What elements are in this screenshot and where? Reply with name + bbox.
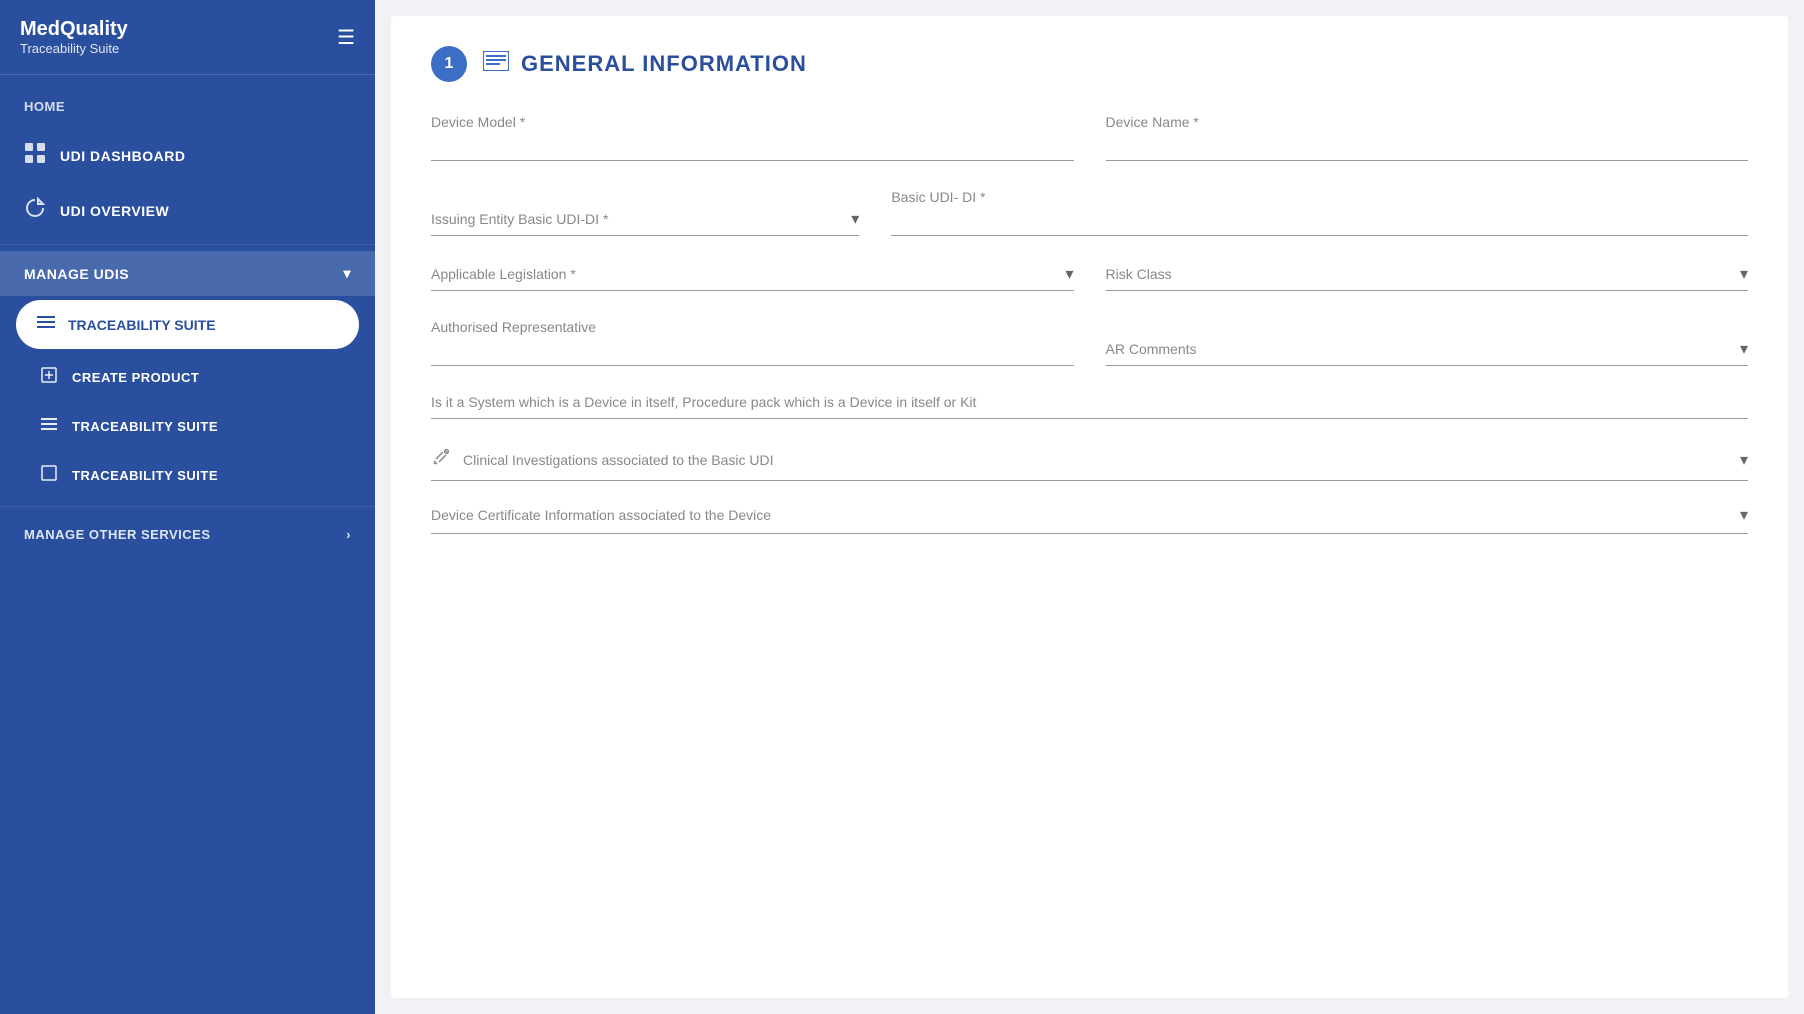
authorised-representative-input[interactable] xyxy=(431,339,1074,359)
sidebar-item-traceability-suite-2[interactable]: TRACEABILITY SUITE xyxy=(0,402,375,451)
authorised-representative-label: Authorised Representative xyxy=(431,319,1074,335)
risk-class-label: Risk Class xyxy=(1106,266,1172,282)
sidebar-item-manage-other-services[interactable]: MANAGE OTHER SERVICES › xyxy=(0,513,375,556)
create-product-label: CREATE PRODUCT xyxy=(72,370,199,385)
create-product-icon xyxy=(40,366,58,389)
manage-udis-left: MANAGE UDIS xyxy=(24,266,129,282)
sidebar-item-home[interactable]: HOME xyxy=(0,85,375,128)
dashboard-icon xyxy=(24,142,46,169)
section-header-icon xyxy=(483,51,509,77)
sidebar-item-traceability-suite-active[interactable]: TRACEABILITY SUITE xyxy=(16,300,359,349)
basic-udi-label: Basic UDI- DI * xyxy=(891,189,1748,205)
sidebar-item-create-product[interactable]: CREATE PRODUCT xyxy=(0,353,375,402)
ar-comments-arrow-icon: ▾ xyxy=(1740,339,1748,359)
sidebar-item-udi-dashboard[interactable]: UDI DASHBOARD xyxy=(0,128,375,183)
brand-name: MedQuality xyxy=(20,18,128,41)
form-row-system: Is it a System which is a Device in itse… xyxy=(431,394,1748,419)
applicable-legislation-label: Applicable Legislation * xyxy=(431,266,576,282)
traceability-3-label: TRACEABILITY SUITE xyxy=(72,468,218,483)
sidebar-header: MedQuality Traceability Suite ☰ xyxy=(0,0,375,75)
traceability-active-icon xyxy=(36,312,56,337)
manage-other-label: MANAGE OTHER SERVICES xyxy=(24,527,211,542)
form-row-2: Issuing Entity Basic UDI-DI * ▾ Basic UD… xyxy=(431,189,1748,236)
traceability-2-icon xyxy=(40,415,58,438)
device-cert-row[interactable]: Device Certificate Information associate… xyxy=(431,505,1748,534)
device-model-label: Device Model * xyxy=(431,114,1074,130)
risk-class-arrow-icon: ▾ xyxy=(1740,264,1748,284)
device-model-field: Device Model * xyxy=(431,114,1074,161)
sidebar-item-udi-overview[interactable]: UDI OVERVIEW xyxy=(0,183,375,238)
nav-divider-2 xyxy=(0,506,375,507)
clinical-investigations-row[interactable]: Clinical Investigations associated to th… xyxy=(431,447,1748,481)
system-text: Is it a System which is a Device in itse… xyxy=(431,394,1748,410)
nav-divider-1 xyxy=(0,244,375,245)
device-cert-label: Device Certificate Information associate… xyxy=(431,507,771,523)
ar-comments-label: AR Comments xyxy=(1106,341,1197,357)
system-field: Is it a System which is a Device in itse… xyxy=(431,394,1748,419)
syringe-icon xyxy=(431,447,451,472)
form-row-3: Applicable Legislation * ▾ Risk Class ▾ xyxy=(431,264,1748,291)
issuing-entity-field[interactable]: Issuing Entity Basic UDI-DI * ▾ xyxy=(431,209,859,236)
issuing-entity-label: Issuing Entity Basic UDI-DI * xyxy=(431,211,608,227)
form-row-1: Device Model * Device Name * xyxy=(431,114,1748,161)
traceability-3-icon xyxy=(40,464,58,487)
device-name-label: Device Name * xyxy=(1106,114,1749,130)
main-content: 1 GENERAL INFORMATION Device Model * Dev… xyxy=(375,0,1804,1014)
udi-overview-label: UDI OVERVIEW xyxy=(60,203,169,219)
sidebar-item-manage-udis[interactable]: MANAGE UDIS ▾ xyxy=(0,251,375,296)
clinical-investigations-arrow-icon: ▾ xyxy=(1740,450,1748,470)
brand: MedQuality Traceability Suite xyxy=(20,18,128,56)
hamburger-menu-icon[interactable]: ☰ xyxy=(337,25,355,50)
risk-class-field[interactable]: Risk Class ▾ xyxy=(1106,264,1749,291)
ar-comments-field[interactable]: AR Comments ▾ xyxy=(1106,339,1749,366)
basic-udi-input[interactable] xyxy=(891,209,1748,229)
udi-dashboard-label: UDI DASHBOARD xyxy=(60,148,186,164)
traceability-suite-active-label: TRACEABILITY SUITE xyxy=(68,317,216,333)
device-name-input[interactable] xyxy=(1106,134,1749,154)
manage-udis-arrow-icon: ▾ xyxy=(343,265,351,282)
form-row-4: Authorised Representative AR Comments ▾ xyxy=(431,319,1748,366)
clinical-investigations-label: Clinical Investigations associated to th… xyxy=(463,452,1728,468)
manage-other-arrow-icon: › xyxy=(346,527,351,542)
device-name-field: Device Name * xyxy=(1106,114,1749,161)
home-label: HOME xyxy=(24,99,65,114)
overview-icon xyxy=(24,197,46,224)
sidebar-item-traceability-suite-3[interactable]: TRACEABILITY SUITE xyxy=(0,451,375,500)
traceability-2-label: TRACEABILITY SUITE xyxy=(72,419,218,434)
authorised-representative-field: Authorised Representative xyxy=(431,319,1074,366)
section-header: 1 GENERAL INFORMATION xyxy=(431,46,1748,82)
device-model-input[interactable] xyxy=(431,134,1074,154)
section-title: GENERAL INFORMATION xyxy=(521,51,807,77)
sidebar: MedQuality Traceability Suite ☰ HOME UDI… xyxy=(0,0,375,1014)
applicable-legislation-field[interactable]: Applicable Legislation * ▾ xyxy=(431,264,1074,291)
applicable-legislation-arrow-icon: ▾ xyxy=(1065,264,1073,284)
manage-udis-label: MANAGE UDIS xyxy=(24,266,129,282)
content-area: 1 GENERAL INFORMATION Device Model * Dev… xyxy=(391,16,1788,998)
device-cert-arrow-icon: ▾ xyxy=(1740,505,1748,525)
basic-udi-field: Basic UDI- DI * xyxy=(891,189,1748,236)
issuing-entity-arrow-icon: ▾ xyxy=(851,209,859,229)
section-number: 1 xyxy=(431,46,467,82)
brand-subtitle: Traceability Suite xyxy=(20,41,128,56)
sidebar-nav: HOME UDI DASHBOARD UDI OVERVIEW xyxy=(0,75,375,566)
